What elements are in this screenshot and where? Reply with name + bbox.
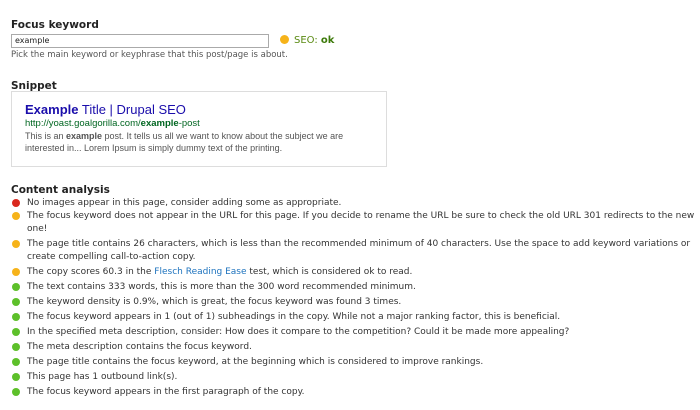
analysis-item-text: The page title contains the focus keywor… <box>27 357 484 367</box>
analysis-item: No images appear in this page, consider … <box>11 197 695 210</box>
snippet-url: http://yoast.goalgorilla.com/example-pos… <box>25 118 373 130</box>
analysis-item-text: The meta description contains the focus … <box>27 342 252 352</box>
snippet-url-prefix: http://yoast.goalgorilla.com/ <box>25 118 141 129</box>
focus-keyword-help: Pick the main keyword or keyphrase that … <box>11 50 288 60</box>
focus-keyword-input[interactable] <box>11 34 269 48</box>
flesch-reading-ease-link[interactable]: Flesch Reading Ease <box>154 267 246 277</box>
analysis-item-text: The focus keyword does not appear in the… <box>27 211 695 234</box>
analysis-item-text: The page title contains 26 characters, w… <box>27 239 691 262</box>
status-green-dot-icon <box>12 373 20 381</box>
analysis-item-text: This page has 1 outbound link(s). <box>27 372 178 382</box>
snippet-preview: Example Title | Drupal SEO http://yoast.… <box>11 91 387 167</box>
status-green-dot-icon <box>12 298 20 306</box>
status-green-dot-icon <box>12 388 20 396</box>
snippet-url-suffix: -post <box>178 118 200 129</box>
analysis-item-text-before: The copy scores 60.3 in the <box>27 267 155 277</box>
status-red-dot-icon <box>12 199 20 207</box>
analysis-item: The keyword density is 0.9%, which is gr… <box>11 296 695 309</box>
analysis-item-text: The focus keyword appears in 1 (out of 1… <box>27 312 561 322</box>
snippet-title-rest: Title | Drupal SEO <box>78 102 186 117</box>
content-analysis-list: No images appear in this page, consider … <box>11 197 695 401</box>
analysis-item-text-after: test, which is considered ok to read. <box>246 267 413 277</box>
status-orange-dot-icon <box>12 240 20 248</box>
analysis-item-text: The focus keyword appears in the first p… <box>27 387 305 397</box>
analysis-item: The focus keyword does not appear in the… <box>11 210 695 236</box>
snippet-description: This is an example post. It tells us all… <box>25 130 373 154</box>
snippet-url-keyword: example <box>140 118 179 129</box>
analysis-item: The text contains 333 words, this is mor… <box>11 281 695 294</box>
analysis-item: The focus keyword appears in 1 (out of 1… <box>11 311 695 324</box>
snippet-title-keyword: Example <box>25 102 79 117</box>
status-orange-dot-icon <box>12 212 20 220</box>
analysis-item: The meta description contains the focus … <box>11 341 695 354</box>
seo-status-dot-icon <box>280 34 289 44</box>
analysis-item-text: No images appear in this page, consider … <box>27 198 342 208</box>
content-analysis-heading: Content analysis <box>11 184 110 196</box>
status-green-dot-icon <box>12 358 20 366</box>
focus-keyword-row: SEO: ok <box>11 34 411 48</box>
analysis-item: This page has 1 outbound link(s). <box>11 371 695 384</box>
analysis-item-text: The text contains 333 words, this is mor… <box>27 282 416 292</box>
analysis-item: The focus keyword appears in the first p… <box>11 386 695 399</box>
analysis-item: In the specified meta description, consi… <box>11 326 695 339</box>
analysis-item-text: In the specified meta description, consi… <box>27 327 570 337</box>
status-green-dot-icon <box>12 313 20 321</box>
status-green-dot-icon <box>12 328 20 336</box>
analysis-item: The page title contains 26 characters, w… <box>11 238 695 264</box>
analysis-item: The page title contains the focus keywor… <box>11 356 695 369</box>
snippet-title[interactable]: Example Title | Drupal SEO <box>25 102 373 118</box>
seo-status-value: ok <box>320 35 335 46</box>
analysis-item: The copy scores 60.3 in the Flesch Readi… <box>11 266 695 279</box>
analysis-item-text: The keyword density is 0.9%, which is gr… <box>27 297 402 307</box>
status-green-dot-icon <box>12 343 20 351</box>
seo-status-label: SEO: <box>294 35 318 46</box>
snippet-desc-prefix: This is an <box>25 131 67 141</box>
seo-status: SEO: ok <box>280 34 334 48</box>
snippet-desc-keyword: example <box>66 131 103 141</box>
status-orange-dot-icon <box>12 268 20 276</box>
focus-keyword-heading: Focus keyword <box>11 19 99 31</box>
status-green-dot-icon <box>12 283 20 291</box>
